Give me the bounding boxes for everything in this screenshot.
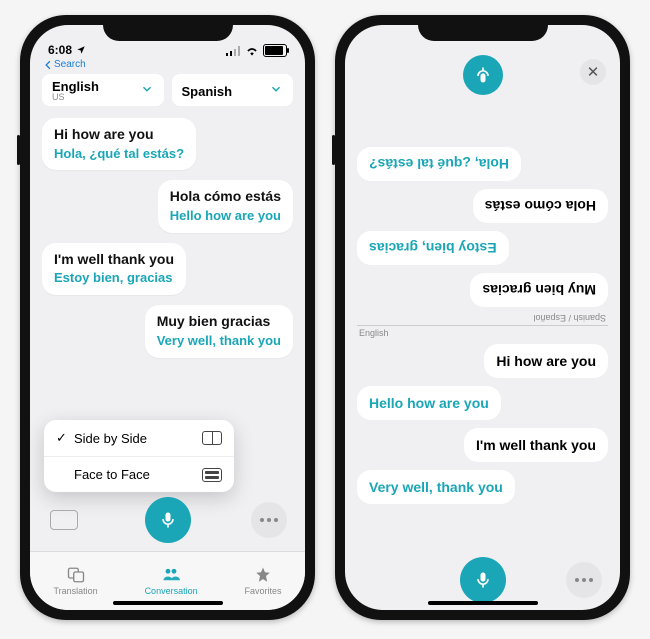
language-to-selector[interactable]: Spanish [172, 74, 294, 106]
notch [103, 15, 233, 41]
view-mode-menu: ✓ Side by Side Face to Face [44, 420, 234, 492]
split-view-icon [202, 431, 222, 445]
phone-right: ✕ Muy bien gracias Estoy bien, gracias Hol… [335, 15, 630, 620]
close-button[interactable]: ✕ [580, 59, 606, 85]
f2f-bubble[interactable]: Muy bien gracias [470, 273, 608, 307]
location-icon [76, 45, 86, 55]
language-from-selector[interactable]: English US [42, 74, 164, 106]
status-time: 6:08 [48, 43, 72, 57]
message-original: I'm well thank you [54, 251, 174, 269]
f2f-bubble[interactable]: Hello how are you [357, 386, 501, 420]
message-bubble[interactable]: Muy bien gracias Very well, thank you [145, 305, 293, 357]
menu-item-face-to-face[interactable]: Face to Face [44, 456, 234, 492]
microphone-button-top[interactable] [463, 55, 503, 95]
message-translation: Hello how are you [170, 208, 281, 225]
screen-right: ✕ Muy bien gracias Estoy bien, gracias Hol… [345, 25, 620, 610]
tab-label: Favorites [245, 586, 282, 596]
home-indicator[interactable] [113, 601, 223, 605]
menu-label: Side by Side [74, 431, 147, 446]
screen-left: 6:08 Search English US [30, 25, 305, 610]
divider [357, 325, 608, 326]
keyboard-icon[interactable] [50, 510, 78, 530]
lang-to-name: Spanish [182, 85, 233, 98]
message-original: Muy bien gracias [157, 313, 281, 331]
tab-translation[interactable]: Translation [53, 566, 97, 596]
home-indicator[interactable] [428, 601, 538, 605]
message-bubble[interactable]: Hi how are you Hola, ¿qué tal estás? [42, 118, 196, 170]
chevron-down-icon [269, 82, 283, 101]
close-icon: ✕ [587, 63, 600, 81]
face-to-face-icon [202, 468, 222, 482]
tab-label: Translation [53, 586, 97, 596]
partner-language-label: Spanish / Español [345, 311, 620, 325]
back-to-search[interactable]: Search [30, 59, 305, 74]
f2f-bubble[interactable]: Hi how are you [484, 344, 608, 378]
menu-label: Face to Face [74, 467, 150, 482]
message-bubble[interactable]: I'm well thank youEstoy bien, gracias [42, 243, 186, 295]
message-translation: Very well, thank you [157, 333, 281, 350]
microphone-button[interactable] [145, 497, 191, 543]
tab-conversation[interactable]: Conversation [145, 566, 198, 596]
check-icon: ✓ [56, 430, 68, 446]
back-label: Search [54, 59, 86, 70]
message-bubble[interactable]: Hola cómo estás Hello how are you [158, 180, 293, 232]
menu-item-side-by-side[interactable]: ✓ Side by Side [44, 420, 234, 456]
message-translation: Estoy bien, gracias [54, 270, 174, 287]
user-panel[interactable]: Hi how are you Hello how are you I'm well … [345, 340, 620, 550]
message-translation: Hola, ¿qué tal estás? [54, 146, 184, 163]
notch [418, 15, 548, 41]
ellipsis-icon [575, 578, 593, 582]
f2f-bubble[interactable]: Hola, ¿qué tal estás? [357, 147, 521, 181]
f2f-bubble[interactable]: I'm well thank you [464, 428, 608, 462]
chevron-down-icon [140, 82, 154, 101]
microphone-button-bottom[interactable] [460, 557, 506, 603]
lang-from-region: US [52, 93, 99, 102]
f2f-bubble[interactable]: Very well, thank you [357, 470, 515, 504]
more-button[interactable] [251, 502, 287, 538]
phone-left: 6:08 Search English US [20, 15, 315, 620]
tab-label: Conversation [145, 586, 198, 596]
wifi-icon [245, 46, 259, 56]
message-original: Hola cómo estás [170, 188, 281, 206]
battery-icon [263, 44, 287, 57]
more-button[interactable] [566, 562, 602, 598]
input-controls [30, 489, 305, 551]
f2f-bubble[interactable]: Hola cómo estás [473, 189, 608, 223]
signal-icon [226, 46, 241, 56]
message-original: Hi how are you [54, 126, 184, 144]
user-language-label: English [345, 326, 620, 340]
partner-panel[interactable]: Muy bien gracias Estoy bien, gracias Hola … [345, 101, 620, 311]
f2f-bubble[interactable]: Estoy bien, gracias [357, 231, 509, 265]
tab-favorites[interactable]: Favorites [245, 566, 282, 596]
ellipsis-icon [260, 518, 278, 522]
